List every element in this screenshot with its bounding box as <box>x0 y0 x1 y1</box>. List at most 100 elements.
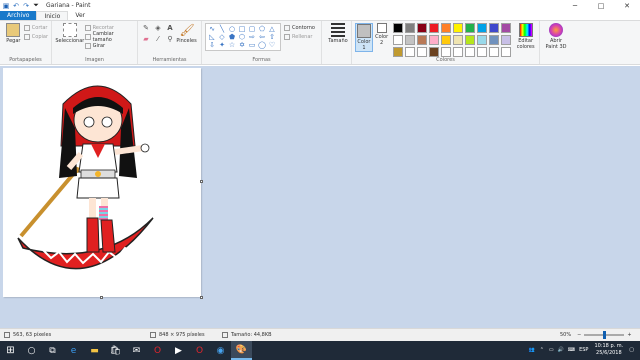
outline-button[interactable]: Contorno <box>284 23 315 32</box>
brushes-button[interactable]: 🖌 Pinceles <box>175 23 198 44</box>
search-icon[interactable]: ○ <box>21 341 42 360</box>
color-swatch[interactable] <box>417 23 428 33</box>
close-button[interactable]: ✕ <box>614 0 640 11</box>
color-swatch[interactable] <box>489 47 500 57</box>
shape-hexagon-icon[interactable]: ⬡ <box>237 33 247 41</box>
select-button[interactable]: Seleccionar <box>55 23 85 50</box>
color-swatch[interactable] <box>393 35 404 45</box>
save-icon[interactable]: ▣ <box>2 2 10 10</box>
copy-button[interactable]: Copiar <box>23 32 48 41</box>
color-swatch[interactable] <box>441 35 452 45</box>
magnifier-icon[interactable]: ⚲ <box>165 35 175 44</box>
color-swatch[interactable] <box>501 35 512 45</box>
fill-bucket-icon[interactable]: ◈ <box>153 23 163 32</box>
opera-2-icon[interactable]: O <box>189 341 210 360</box>
zoom-in-button[interactable]: + <box>627 332 631 338</box>
shape-callout-oval-icon[interactable]: ◯ <box>257 41 267 49</box>
shape-arrow-down-icon[interactable]: ⇩ <box>207 41 217 49</box>
open-paint3d-button[interactable]: Abrir Paint 3D <box>543 23 569 50</box>
pencil-icon[interactable]: ✎ <box>141 23 151 32</box>
task-view-icon[interactable]: ⧉ <box>42 341 63 360</box>
color-swatch[interactable] <box>393 23 404 33</box>
color-swatch[interactable] <box>429 35 440 45</box>
shape-diamond-icon[interactable]: ◇ <box>217 33 227 41</box>
shape-curve-icon[interactable]: ∿ <box>207 25 217 33</box>
zoom-slider[interactable] <box>584 331 625 339</box>
canvas-workspace[interactable] <box>0 66 640 328</box>
color-swatch[interactable] <box>405 23 416 33</box>
color-swatch[interactable] <box>477 47 488 57</box>
store-icon[interactable]: 🛍 <box>105 341 126 360</box>
color-swatch[interactable] <box>441 23 452 33</box>
color-swatch[interactable] <box>417 35 428 45</box>
color-swatch[interactable] <box>465 23 476 33</box>
paste-button[interactable]: Pegar <box>3 23 24 44</box>
opera-icon[interactable]: O <box>147 341 168 360</box>
undo-icon[interactable]: ↶ <box>12 2 20 10</box>
color-swatch[interactable] <box>441 47 452 57</box>
keyboard-icon[interactable]: ⌨ <box>568 347 575 353</box>
shape-arrow-right-icon[interactable]: ⇨ <box>247 33 257 41</box>
color-swatch[interactable] <box>489 23 500 33</box>
tab-home[interactable]: Inicio <box>36 11 69 20</box>
shape-right-triangle-icon[interactable]: ◺ <box>207 33 217 41</box>
network-icon[interactable]: ▭ <box>549 347 554 353</box>
color-swatch[interactable] <box>405 47 416 57</box>
fill-button[interactable]: Rellenar <box>284 32 315 41</box>
file-explorer-icon[interactable]: ▬ <box>84 341 105 360</box>
redo-icon[interactable]: ↷ <box>22 2 30 10</box>
color-swatch[interactable] <box>453 35 464 45</box>
resize-handle-bottom[interactable] <box>100 296 103 299</box>
drawing-canvas[interactable] <box>3 68 201 297</box>
media-app-icon[interactable]: ▶ <box>168 341 189 360</box>
people-icon[interactable]: 👥 <box>528 347 534 353</box>
cut-button[interactable]: Cortar <box>23 23 48 32</box>
shape-triangle-icon[interactable]: △ <box>267 25 277 33</box>
shape-star5-icon[interactable]: ☆ <box>227 41 237 49</box>
photoshop-icon[interactable]: ◉ <box>210 341 231 360</box>
shape-callout-rect-icon[interactable]: ▭ <box>247 41 257 49</box>
zoom-slider-thumb[interactable] <box>602 331 606 339</box>
notifications-icon[interactable]: ▢ <box>629 347 634 353</box>
clock[interactable]: 10:18 p. m. 25/6/2018 <box>594 343 623 357</box>
shape-line-icon[interactable]: ╲ <box>217 25 227 33</box>
edit-colors-button[interactable]: Editar colores <box>515 23 536 50</box>
volume-icon[interactable]: 🔊 <box>558 347 564 353</box>
color-swatch[interactable] <box>405 35 416 45</box>
shape-pentagon-icon[interactable]: ⬟ <box>227 33 237 41</box>
minimize-button[interactable]: ─ <box>562 0 588 11</box>
color-picker-icon[interactable]: ⁄ <box>153 35 163 44</box>
resize-button[interactable]: Cambiar tamaño <box>84 31 134 43</box>
resize-handle-corner[interactable] <box>200 296 203 299</box>
color-swatch[interactable] <box>429 47 440 57</box>
paint-taskbar-icon[interactable]: 🎨 <box>231 341 252 360</box>
color-swatch[interactable] <box>417 47 428 57</box>
tab-view[interactable]: Ver <box>68 11 92 20</box>
customize-quick-access-icon[interactable]: ⏷ <box>32 1 40 10</box>
color-swatch[interactable] <box>453 23 464 33</box>
shape-rect-icon[interactable]: □ <box>237 25 247 33</box>
shape-arrow-up-icon[interactable]: ⇧ <box>267 33 277 41</box>
color-swatch[interactable] <box>465 47 476 57</box>
shape-oval-icon[interactable]: ○ <box>227 25 237 33</box>
shapes-gallery[interactable]: ∿ ╲ ○ □ ▢ ⬠ △ ◺ ◇ ⬟ ⬡ ⇨ ⇦ ⇧ ⇩ ✦ ☆ ✡ ▭ ◯ <box>205 23 281 51</box>
shape-polygon-icon[interactable]: ⬠ <box>257 25 267 33</box>
color-swatch[interactable] <box>453 47 464 57</box>
start-button[interactable]: ⊞ <box>0 341 21 360</box>
language-indicator[interactable]: ESP <box>579 347 588 353</box>
tray-chevron-icon[interactable]: ⌃ <box>540 347 544 353</box>
eraser-icon[interactable]: ▰ <box>141 35 151 44</box>
color-swatch[interactable] <box>429 23 440 33</box>
tab-file[interactable]: Archivo <box>0 11 37 20</box>
edge-icon[interactable]: e <box>63 341 84 360</box>
zoom-out-button[interactable]: − <box>577 332 581 338</box>
size-button[interactable]: Tamaño <box>325 23 351 44</box>
mail-icon[interactable]: ✉ <box>126 341 147 360</box>
color-swatch[interactable] <box>489 35 500 45</box>
color-swatch[interactable] <box>477 35 488 45</box>
color-swatch[interactable] <box>393 47 404 57</box>
resize-handle-right[interactable] <box>200 180 203 183</box>
shape-heart-icon[interactable]: ♡ <box>267 41 277 49</box>
color-swatch[interactable] <box>501 23 512 33</box>
color2-button[interactable]: Color 2 <box>373 23 390 46</box>
